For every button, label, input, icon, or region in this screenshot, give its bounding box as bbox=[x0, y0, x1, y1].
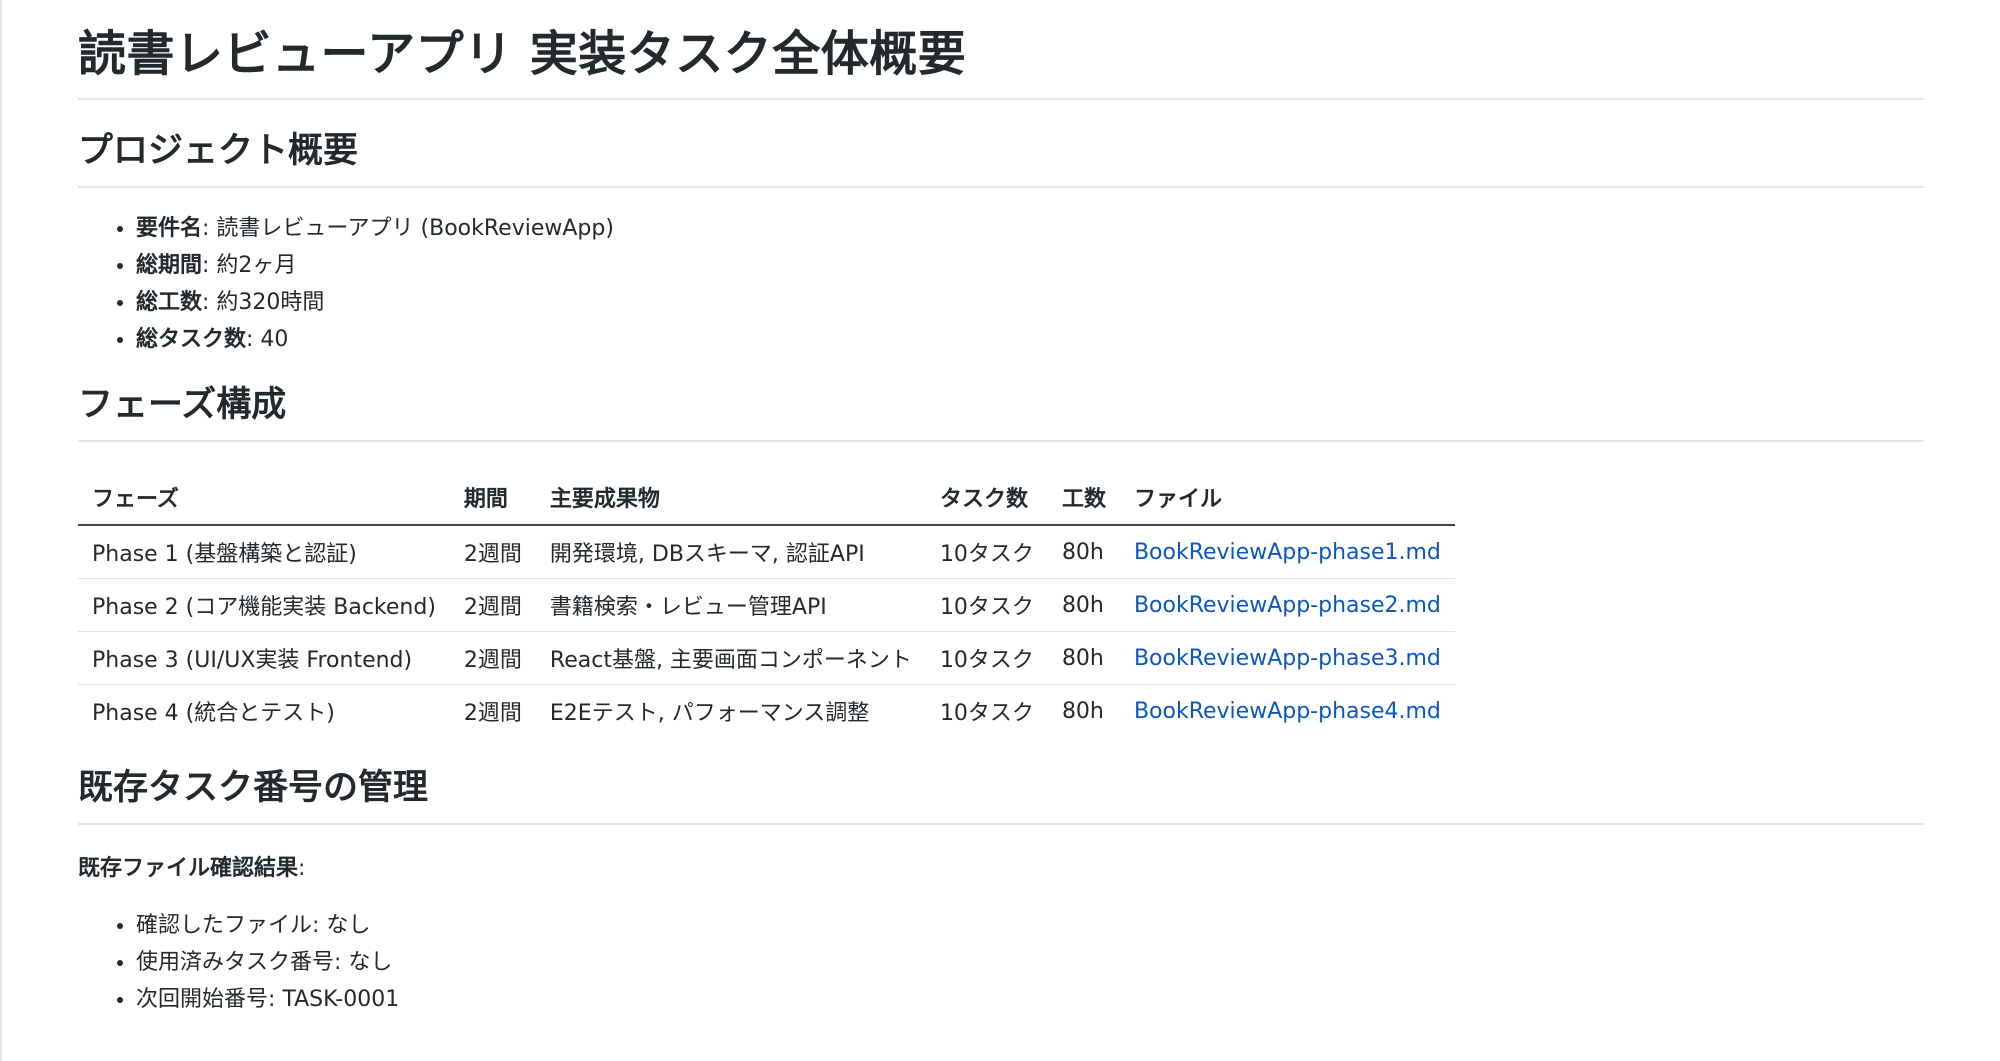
section-heading-phases: フェーズ構成 bbox=[78, 382, 1924, 442]
cell-hours: 80h bbox=[1061, 698, 1104, 724]
phase-table: フェーズ 期間 主要成果物 タスク数 工数 ファイル Phase 1 (基盤構築… bbox=[78, 470, 1455, 737]
table-header-row: フェーズ 期間 主要成果物 タスク数 工数 ファイル bbox=[78, 470, 1455, 526]
item-label: 総期間 bbox=[136, 253, 203, 278]
table-row: Phase 3 (UI/UX実装 Frontend) 2週間 React基盤, … bbox=[78, 631, 1455, 685]
cell-hours: 80h bbox=[1047, 525, 1120, 579]
cell-file: BookReviewApp-phase3.md bbox=[1119, 631, 1455, 685]
file-link-phase2[interactable]: BookReviewApp-phase2.md bbox=[1134, 593, 1441, 618]
item-value: : 40 bbox=[246, 327, 289, 352]
window-left-edge bbox=[0, 0, 2, 1061]
list-item: 総タスク数: 40 bbox=[136, 321, 1924, 358]
table-row: Phase 2 (コア機能実装 Backend) 2週間 書籍検索・レビュー管理… bbox=[78, 578, 1455, 632]
cell-period: 2週間 bbox=[463, 701, 522, 726]
list-item: 使用済みタスク番号: なし bbox=[136, 944, 1924, 981]
cell-tasks: 10タスク bbox=[925, 631, 1048, 685]
column-header-file: ファイル bbox=[1119, 470, 1455, 526]
list-item: 総期間: 約2ヶ月 bbox=[136, 247, 1924, 284]
cell-phase: Phase 2 (コア機能実装 Backend) bbox=[78, 578, 450, 632]
table-row: Phase 1 (基盤構築と認証) 2週間 開発環境, DBスキーマ, 認証AP… bbox=[78, 525, 1455, 579]
cell-deliverables: React基盤, 主要画面コンポーネント bbox=[535, 631, 926, 685]
list-item: 確認したファイル: なし bbox=[136, 907, 1924, 944]
cell-period: 2週間 bbox=[449, 525, 536, 579]
cell-hours: 80h bbox=[1047, 631, 1120, 685]
cell-phase: Phase 4 (統合とテスト) bbox=[92, 701, 335, 726]
list-item: 総工数: 約320時間 bbox=[136, 284, 1924, 321]
cell-tasks: 10タスク bbox=[925, 578, 1048, 632]
file-link-phase4[interactable]: BookReviewApp-phase4.md bbox=[1134, 699, 1441, 724]
cell-deliverables: 書籍検索・レビュー管理API bbox=[535, 578, 926, 632]
column-header-period: 期間 bbox=[449, 470, 536, 526]
cell-deliverables: 開発環境, DBスキーマ, 認証API bbox=[535, 525, 926, 579]
result-label: 既存ファイル確認結果: bbox=[78, 853, 1924, 885]
list-item: 次回開始番号: TASK-0001 bbox=[136, 981, 1924, 1018]
list-item: 要件名: 読書レビューアプリ (BookReviewApp) bbox=[136, 210, 1924, 247]
markdown-document: 読書レビューアプリ 実装タスク全体概要 プロジェクト概要 要件名: 読書レビュー… bbox=[78, 0, 1924, 1018]
item-label: 要件名 bbox=[136, 216, 203, 241]
result-label-colon: : bbox=[298, 856, 306, 881]
page-title: 読書レビューアプリ 実装タスク全体概要 bbox=[78, 0, 1924, 100]
file-link-phase1[interactable]: BookReviewApp-phase1.md bbox=[1134, 540, 1441, 565]
cell-deliverables: E2Eテスト, パフォーマンス調整 bbox=[549, 701, 870, 726]
item-value: : 読書レビューアプリ (BookReviewApp) bbox=[202, 216, 614, 241]
cell-file: BookReviewApp-phase1.md bbox=[1119, 525, 1455, 579]
cell-period: 2週間 bbox=[449, 578, 536, 632]
item-label: 総タスク数 bbox=[136, 327, 247, 352]
section-heading-overview: プロジェクト概要 bbox=[78, 128, 1924, 188]
column-header-hours: 工数 bbox=[1047, 470, 1120, 526]
cell-phase: Phase 1 (基盤構築と認証) bbox=[78, 525, 450, 579]
file-link-phase3[interactable]: BookReviewApp-phase3.md bbox=[1134, 646, 1441, 671]
section-heading-existing-tasks: 既存タスク番号の管理 bbox=[78, 765, 1924, 825]
table-row: Phase 4 (統合とテスト) 2週間 E2Eテスト, パフォーマンス調整 1… bbox=[78, 685, 1455, 738]
cell-hours: 80h bbox=[1047, 578, 1120, 632]
item-value: : 約2ヶ月 bbox=[202, 253, 297, 278]
result-label-text: 既存ファイル確認結果 bbox=[78, 856, 299, 881]
overview-list: 要件名: 読書レビューアプリ (BookReviewApp) 総期間: 約2ヶ月… bbox=[78, 210, 1924, 358]
column-header-tasks: タスク数 bbox=[925, 470, 1048, 526]
item-value: : 約320時間 bbox=[202, 290, 325, 315]
existing-list: 確認したファイル: なし 使用済みタスク番号: なし 次回開始番号: TASK-… bbox=[78, 907, 1924, 1018]
cell-file: BookReviewApp-phase2.md bbox=[1119, 578, 1455, 632]
cell-period: 2週間 bbox=[449, 631, 536, 685]
cell-tasks: 10タスク bbox=[925, 525, 1048, 579]
cell-file: BookReviewApp-phase4.md bbox=[1120, 685, 1455, 738]
column-header-phase: フェーズ bbox=[78, 470, 450, 526]
column-header-deliverables: 主要成果物 bbox=[535, 470, 926, 526]
cell-tasks: 10タスク bbox=[939, 701, 1034, 726]
cell-phase: Phase 3 (UI/UX実装 Frontend) bbox=[78, 631, 450, 685]
item-label: 総工数 bbox=[136, 290, 203, 315]
